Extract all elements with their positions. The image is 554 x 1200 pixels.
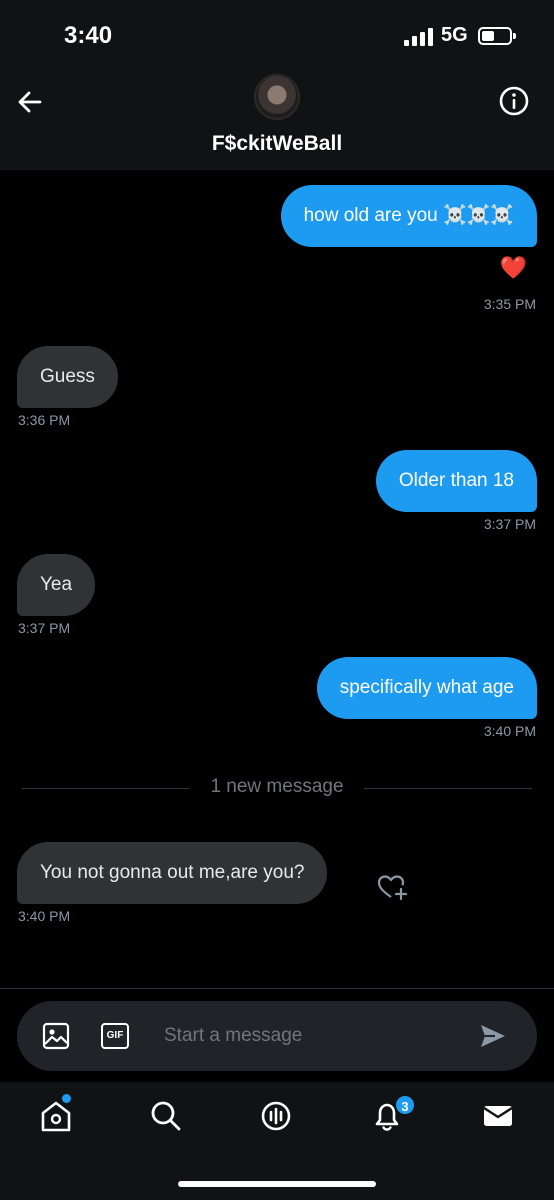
message-composer: GIF Start a message (0, 988, 554, 1082)
back-arrow-icon[interactable] (14, 86, 46, 118)
heart-reaction[interactable]: ❤️ (500, 257, 527, 279)
new-message-label: 1 new message (210, 776, 344, 797)
notifications-badge: 3 (394, 1094, 416, 1116)
add-reaction-icon[interactable] (376, 871, 408, 903)
home-indicator (178, 1181, 376, 1187)
received-message-bubble[interactable]: You not gonna out me,are you? (17, 842, 328, 904)
sent-message-bubble[interactable]: specifically what age (316, 657, 537, 719)
message-input[interactable]: Start a message (164, 1025, 302, 1047)
composer-box: GIF Start a message (17, 1001, 537, 1071)
received-message-bubble[interactable]: Guess (17, 346, 118, 408)
image-icon[interactable] (42, 1022, 70, 1050)
sent-message-bubble[interactable]: how old are you ☠️☠️☠️ (280, 185, 537, 247)
messages-icon[interactable] (480, 1098, 516, 1134)
avatar[interactable] (254, 74, 300, 120)
message-timestamp: 3:35 PM (483, 296, 536, 312)
spaces-icon[interactable] (258, 1098, 294, 1134)
network-type: 5G (441, 24, 468, 46)
home-notification-dot (62, 1094, 71, 1103)
new-message-divider: 1 new message (22, 776, 532, 800)
received-message-bubble[interactable]: Yea (17, 554, 96, 616)
gif-button[interactable]: GIF (101, 1023, 129, 1049)
sent-message-bubble[interactable]: Older than 18 (375, 450, 537, 512)
status-time: 3:40 (64, 22, 113, 49)
message-timestamp: 3:40 PM (18, 908, 71, 924)
message-timestamp: 3:37 PM (483, 516, 536, 532)
search-icon[interactable] (148, 1098, 184, 1134)
message-timestamp: 3:37 PM (18, 620, 71, 636)
conversation-header: F$ckitWeBall (0, 70, 554, 170)
info-icon[interactable] (497, 84, 531, 118)
send-icon[interactable] (479, 1023, 507, 1049)
home-icon[interactable] (38, 1098, 74, 1134)
status-bar: 3:40 5G (0, 0, 554, 70)
battery-icon (478, 27, 516, 45)
signal-icon (404, 28, 434, 46)
message-timestamp: 3:40 PM (483, 723, 536, 739)
message-timestamp: 3:36 PM (18, 412, 71, 428)
conversation-title[interactable]: F$ckitWeBall (0, 132, 554, 156)
